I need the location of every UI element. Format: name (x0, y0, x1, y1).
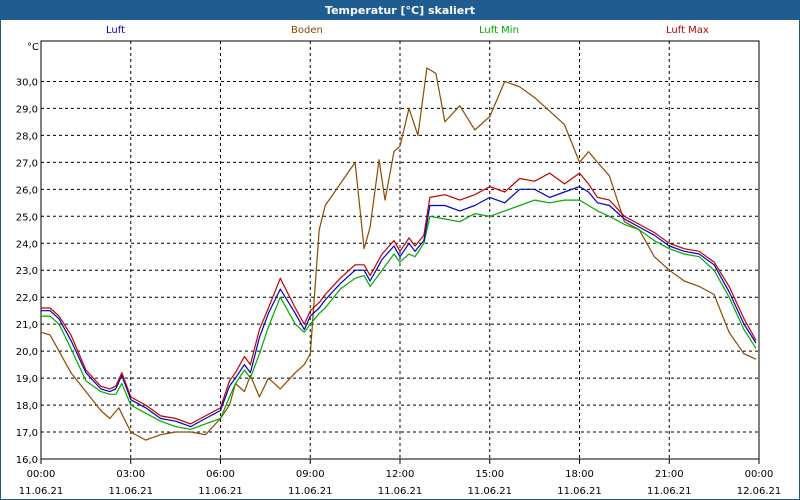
y-tick-label: 18,0 (16, 401, 38, 412)
x-tick-date: 11.06.21 (288, 486, 333, 497)
x-tick-time: 18:00 (565, 469, 594, 480)
x-tick-date: 11.06.21 (378, 486, 423, 497)
x-tick-time: 00:00 (745, 469, 774, 480)
y-tick-label: 22,0 (16, 293, 38, 304)
x-tick-date: 11.06.21 (557, 486, 602, 497)
x-tick-time: 15:00 (475, 469, 504, 480)
y-tick-label: 23,0 (16, 266, 38, 277)
y-tick-label: 28,0 (16, 131, 38, 142)
y-tick-label: 27,0 (16, 158, 38, 169)
y-tick-label: 17,0 (16, 428, 38, 439)
x-tick-date: 11.06.21 (198, 486, 243, 497)
series-line-luft (41, 186, 757, 428)
y-tick-label: 16,0 (16, 455, 38, 466)
x-tick-time: 06:00 (206, 469, 235, 480)
x-tick-time: 03:00 (116, 469, 145, 480)
y-tick-label: 21,0 (16, 320, 38, 331)
y-tick-label: 25,0 (16, 212, 38, 223)
x-tick-date: 11.06.21 (108, 486, 153, 497)
x-tick-time: 09:00 (296, 469, 325, 480)
x-tick-date: 11.06.21 (467, 486, 512, 497)
x-tick-time: 12:00 (386, 469, 415, 480)
x-tick-time: 00:00 (27, 469, 56, 480)
y-tick-label: 30,0 (16, 77, 38, 88)
series-line-luft-max (41, 172, 757, 425)
y-tick-label: 19,0 (16, 374, 38, 385)
x-tick-time: 21:00 (655, 469, 684, 480)
y-axis-unit: °C (27, 42, 39, 53)
y-tick-label: 26,0 (16, 185, 38, 196)
x-tick-date: 12.06.21 (737, 486, 782, 497)
y-tick-label: 29,0 (16, 104, 38, 115)
x-tick-date: 11.06.21 (19, 486, 64, 497)
y-tick-label: 20,0 (16, 347, 38, 358)
y-tick-label: 24,0 (16, 239, 38, 250)
chart-window: Temperatur [°C] skaliert Luft Boden Luft… (0, 0, 800, 500)
temperature-chart: 16,0 17,0 18,0 19,0 20,0 21,0 22,0 23,0 24,0 25,0… (16, 40, 782, 497)
x-tick-date: 11.06.21 (647, 486, 692, 497)
series-line-luft-min (41, 199, 757, 430)
